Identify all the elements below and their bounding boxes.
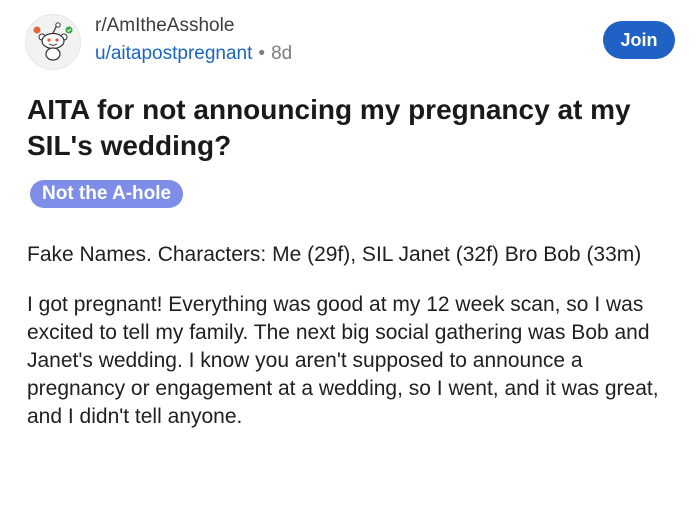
meta-separator: •: [258, 43, 266, 64]
post-meta: r/AmItheAsshole u/aitapostpregnant • 8d: [95, 14, 292, 68]
post-header: r/AmItheAsshole u/aitapostpregnant • 8d Jo…: [25, 12, 675, 72]
post-age: 8d: [271, 43, 293, 64]
post-body: Fake Names. Characters: Me (29f), SIL Ja…: [27, 241, 667, 453]
join-button[interactable]: Join: [603, 21, 675, 59]
post-flair[interactable]: Not the A-hole: [30, 180, 184, 208]
author-line: u/aitapostpregnant • 8d: [95, 40, 292, 68]
post-title: AITA for not announcing my pregnancy at …: [27, 94, 631, 161]
subreddit-avatar[interactable]: [25, 14, 81, 70]
post-paragraph: I got pregnant! Everything was good at m…: [27, 293, 659, 428]
author-username[interactable]: u/aitapostpregnant: [95, 43, 252, 64]
snoo-avatar-icon: [33, 22, 73, 61]
subreddit-name[interactable]: r/AmItheAsshole: [95, 14, 292, 38]
post-paragraph: Fake Names. Characters: Me (29f), SIL Ja…: [27, 243, 642, 266]
